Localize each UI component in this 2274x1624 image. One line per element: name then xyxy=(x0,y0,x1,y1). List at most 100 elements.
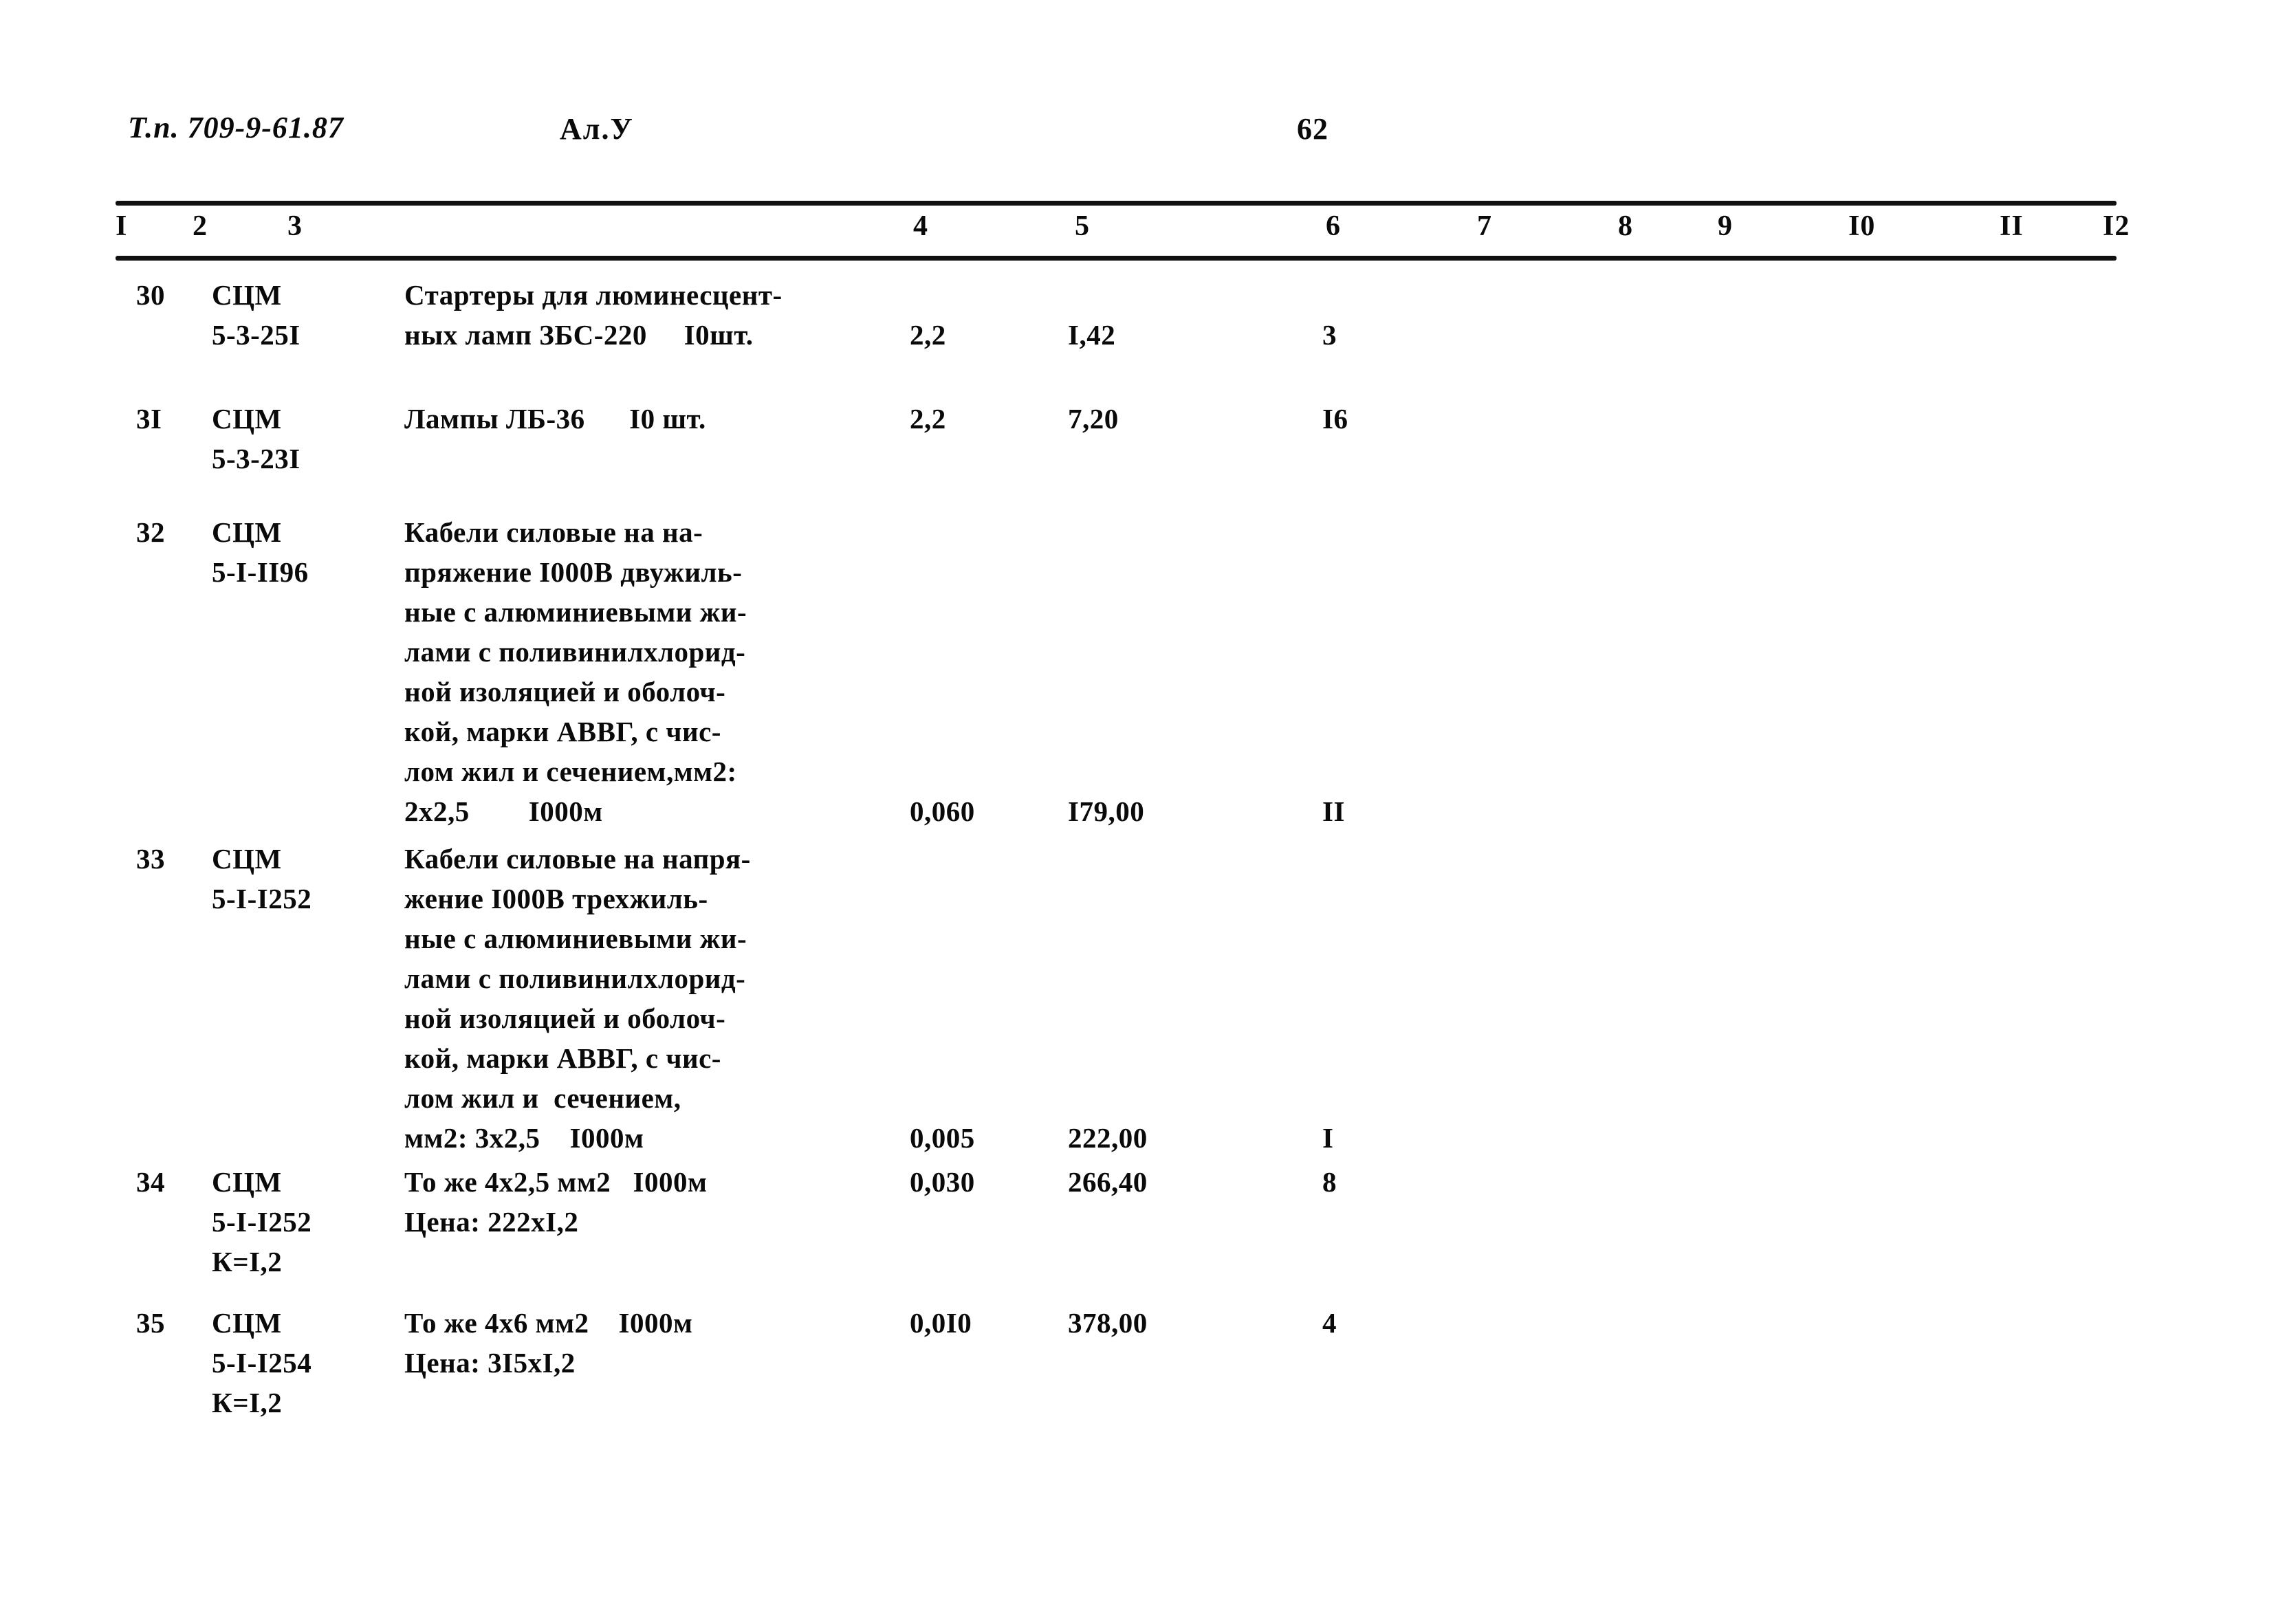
row-quantity-line xyxy=(910,712,975,751)
row-description-line: Цена: 222хI,2 xyxy=(404,1206,579,1238)
row-code-line: 5-3-25I xyxy=(212,319,300,351)
row-description-line: ные с алюминиевыми жи- xyxy=(404,596,747,628)
document-page: Т.п. 709-9-61.87 Ал.У 62 I 2 3 4 5 6 7 8 9 I0 II I2… xyxy=(0,0,2274,1624)
row-code-line: К=I,2 xyxy=(212,1246,283,1277)
row-code-line: 5-I-II96 xyxy=(212,556,309,588)
row-quantity-line xyxy=(910,512,975,552)
row-code-line: 5-I-I252 xyxy=(212,1206,312,1238)
row-quantity-line: 0,0I0 xyxy=(910,1307,972,1339)
table-column-numbers: I 2 3 4 5 6 7 8 9 I0 II I2 xyxy=(116,210,2129,254)
row-total: 4 xyxy=(1322,1303,1337,1383)
column-number-I0: I0 xyxy=(1848,210,1876,242)
row-total: 3 xyxy=(1322,275,1337,355)
row-quantity-line xyxy=(910,1078,975,1118)
row-price: 222,00 xyxy=(1068,839,1148,1158)
row-price-line: 378,00 xyxy=(1068,1307,1148,1339)
row-description-line: ной изоляцией и оболоч- xyxy=(404,676,726,707)
row-total-line xyxy=(1322,632,1345,672)
row-code-line: СЦМ xyxy=(212,843,282,875)
row-quantity-line xyxy=(910,751,975,791)
row-description-line: То же 4х2,5 мм2 I000м xyxy=(404,1166,708,1198)
row-price-line: I79,00 xyxy=(1068,795,1145,827)
row-description: То же 4х2,5 мм2 I000м Цена: 222хI,2 xyxy=(404,1162,707,1242)
row-price-line xyxy=(1068,958,1148,998)
page-number: 62 xyxy=(1297,112,1329,146)
page-header: Т.п. 709-9-61.87 Ал.У 62 xyxy=(128,110,2150,158)
row-total-line xyxy=(1322,1343,1337,1383)
row-total-line xyxy=(1322,712,1345,751)
row-quantity-line xyxy=(910,958,975,998)
row-quantity-line xyxy=(910,592,975,632)
column-number-I: I xyxy=(116,210,128,242)
row-quantity-line xyxy=(910,275,946,315)
row-description-line: жение I000В трехжиль- xyxy=(404,883,708,914)
row-price-line xyxy=(1068,275,1115,315)
row-total-line: 8 xyxy=(1322,1166,1337,1198)
row-price-line xyxy=(1068,712,1144,751)
row-total-line xyxy=(1322,1038,1333,1078)
row-price-line xyxy=(1068,552,1144,592)
row-total-line xyxy=(1322,998,1333,1038)
row-price-line xyxy=(1068,839,1148,879)
row-code-line: 5-I-I252 xyxy=(212,883,312,914)
row-code: СЦМ 5-3-23I xyxy=(212,399,300,479)
row-number: 33 xyxy=(136,843,165,875)
row-price-line xyxy=(1068,919,1148,958)
row-price-line xyxy=(1068,1038,1148,1078)
row-code: СЦМ 5-I-I252 xyxy=(212,839,311,919)
row-quantity-line: 0,030 xyxy=(910,1166,975,1198)
column-number-5: 5 xyxy=(1075,210,1090,242)
table-rule-top xyxy=(116,201,2117,206)
row-number: 34 xyxy=(136,1166,165,1198)
row-quantity-line xyxy=(910,1202,975,1242)
row-price-line xyxy=(1068,1343,1148,1383)
row-description-line: То же 4х6 мм2 I000м xyxy=(404,1307,693,1339)
row-total-line: I xyxy=(1322,1122,1334,1154)
column-number-8: 8 xyxy=(1618,210,1633,242)
row-price: 266,40 xyxy=(1068,1162,1148,1242)
row-total-line xyxy=(1322,751,1345,791)
row-description-line xyxy=(404,439,706,479)
row-description-line: кой, марки АВВГ, с чис- xyxy=(404,716,721,747)
row-total-line: II xyxy=(1322,795,1345,827)
column-number-6: 6 xyxy=(1326,210,1341,242)
row-description-line: лами с поливинилхлорид- xyxy=(404,636,746,668)
row-description-line: лом жил и сечением,мм2: xyxy=(404,756,737,787)
row-quantity-line xyxy=(910,632,975,672)
row-total-line xyxy=(1322,672,1345,712)
row-total-line xyxy=(1322,1202,1337,1242)
row-description-line: Стартеры для люминесцент- xyxy=(404,279,783,311)
row-description-line: лами с поливинилхлорид- xyxy=(404,963,746,994)
row-number: 30 xyxy=(136,279,165,311)
row-total-line xyxy=(1322,275,1337,315)
row-total-line xyxy=(1322,592,1345,632)
row-code: СЦМ 5-I-I252 К=I,2 xyxy=(212,1162,311,1282)
row-description: Кабели силовые на на-пряжение I000В двуж… xyxy=(404,512,747,831)
row-quantity-line xyxy=(910,672,975,712)
row-description: То же 4х6 мм2 I000м Цена: 3I5хI,2 xyxy=(404,1303,692,1383)
row-total-line xyxy=(1322,879,1333,919)
row-quantity: 0,005 xyxy=(910,839,975,1158)
row-description: Стартеры для люминесцент-ных ламп ЗБС-22… xyxy=(404,275,783,355)
column-number-3: 3 xyxy=(287,210,303,242)
row-description-line: мм2: 3х2,5 I000м xyxy=(404,1122,644,1154)
row-quantity-line xyxy=(910,1038,975,1078)
album-label: Ал.У xyxy=(560,112,634,146)
row-price-line: I,42 xyxy=(1068,319,1116,351)
column-number-I2: I2 xyxy=(2103,210,2130,242)
row-price-line xyxy=(1068,592,1144,632)
row-total-line xyxy=(1322,512,1345,552)
row-description-line: ной изоляцией и оболоч- xyxy=(404,1002,726,1034)
row-description-line: Кабели силовые на напря- xyxy=(404,843,751,875)
row-price: I79,00 xyxy=(1068,512,1144,831)
row-total: I6 xyxy=(1322,399,1348,479)
row-total-line: 4 xyxy=(1322,1307,1337,1339)
row-total-line xyxy=(1322,1078,1333,1118)
row-description: Кабели силовые на напря-жение I000В трех… xyxy=(404,839,751,1158)
row-price-line xyxy=(1068,751,1144,791)
row-code-line: СЦМ xyxy=(212,1307,282,1339)
row-price-line xyxy=(1068,998,1148,1038)
row-quantity: 0,0I0 xyxy=(910,1303,972,1383)
row-total-line: I6 xyxy=(1322,403,1348,435)
row-price: 7,20 xyxy=(1068,399,1119,479)
